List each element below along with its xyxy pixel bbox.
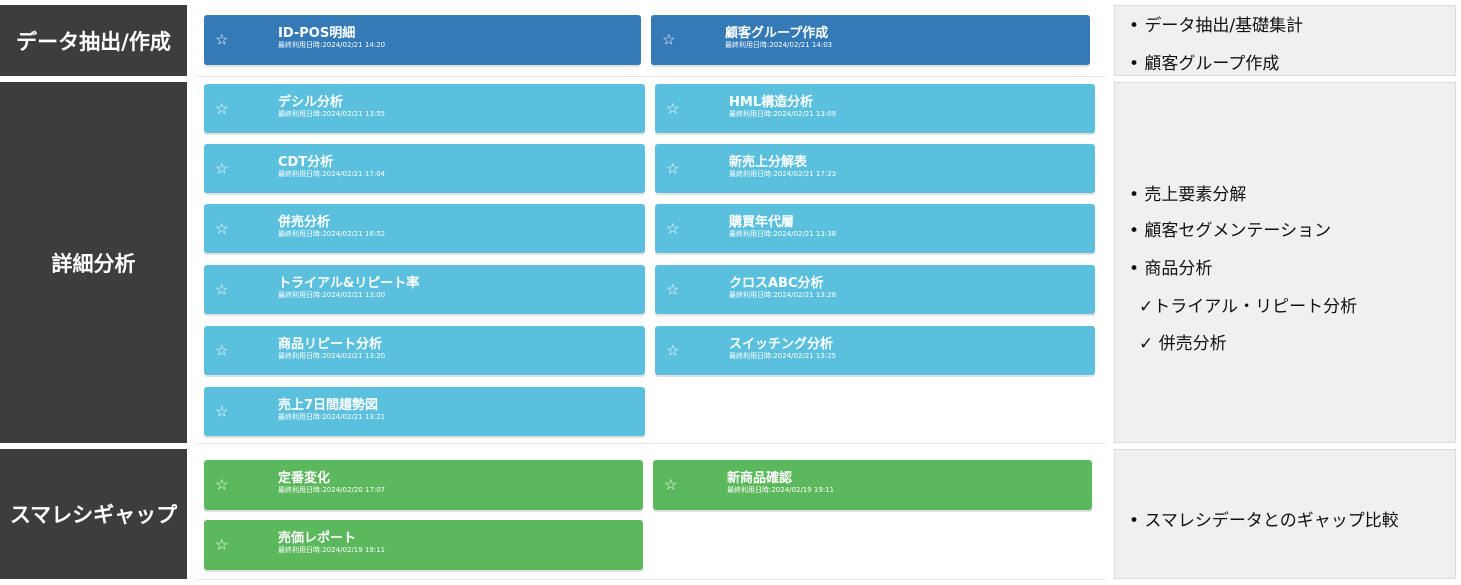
card-age-group[interactable]: ☆ 購買年代層 最終利用日時:2024/02/21 13:38: [655, 204, 1095, 253]
card-last-used: 最終利用日時:2024/02/21 13:25: [729, 352, 837, 360]
note-line: • 商品分析: [1129, 259, 1213, 279]
notes-gap: • スマレシデータとのギャップ比較: [1114, 449, 1456, 579]
section-label-extract-text: データ抽出/作成: [16, 29, 171, 54]
note-line: • 顧客グループ作成: [1129, 54, 1280, 74]
card-last-used: 最終利用日時:2024/02/21 17:04: [278, 170, 386, 178]
favorite-star-icon[interactable]: ☆: [215, 32, 228, 48]
card-decile[interactable]: ☆ デシル分析 最終利用日時:2024/02/21 13:55: [204, 84, 645, 133]
card-title: 購買年代層: [729, 215, 795, 230]
favorite-star-icon[interactable]: ☆: [215, 537, 228, 553]
card-title: トライアル&リピート率: [278, 276, 420, 291]
card-last-used: 最終利用日時:2024/02/20 17:07: [278, 486, 386, 494]
favorite-star-icon[interactable]: ☆: [662, 32, 675, 48]
card-hml[interactable]: ☆ HML構造分析 最終利用日時:2024/02/21 13:09: [655, 84, 1095, 133]
card-last-used: 最終利用日時:2024/02/21 13:28: [729, 291, 837, 299]
favorite-star-icon[interactable]: ☆: [666, 101, 679, 116]
card-title: HML構造分析: [729, 95, 814, 110]
card-sales-breakdown[interactable]: ☆ 新売上分解表 最終利用日時:2024/02/21 17:23: [655, 144, 1095, 193]
card-last-used: 最終利用日時:2024/02/21 13:09: [729, 110, 837, 118]
card-title: CDT分析: [278, 155, 334, 170]
favorite-star-icon[interactable]: ☆: [215, 221, 228, 236]
card-trial-repeat[interactable]: ☆ トライアル&リピート率 最終利用日時:2024/02/21 13:00: [204, 265, 645, 314]
panel-extract: ☆ ID-POS明細 最終利用日時:2024/02/21 14:20 ☆ 顧客グ…: [196, 5, 1105, 77]
panel-detail: ☆ デシル分析 最終利用日時:2024/02/21 13:55 ☆ HML構造分…: [196, 82, 1105, 444]
card-title: ID-POS明細: [278, 26, 356, 41]
card-title: 売上7日間趨勢図: [278, 398, 379, 413]
card-title: 新商品確認: [727, 471, 793, 486]
favorite-star-icon[interactable]: ☆: [664, 477, 677, 493]
card-title: 商品リピート分析: [278, 337, 383, 352]
note-line: • データ抽出/基礎集計: [1129, 16, 1304, 36]
card-7day-trend[interactable]: ☆ 売上7日間趨勢図 最終利用日時:2024/02/21 13:21: [204, 387, 645, 436]
favorite-star-icon[interactable]: ☆: [215, 101, 228, 116]
card-title: 併売分析: [278, 215, 331, 230]
card-cross-sell[interactable]: ☆ 併売分析 最終利用日時:2024/02/21 16:52: [204, 204, 645, 253]
card-price-report[interactable]: ☆ 売価レポート 最終利用日時:2024/02/19 19:11: [204, 520, 643, 570]
card-last-used: 最終利用日時:2024/02/21 16:52: [278, 230, 386, 238]
favorite-star-icon[interactable]: ☆: [215, 161, 228, 176]
favorite-star-icon[interactable]: ☆: [666, 221, 679, 236]
card-switching[interactable]: ☆ スイッチング分析 最終利用日時:2024/02/21 13:25: [655, 326, 1095, 375]
card-product-repeat[interactable]: ☆ 商品リピート分析 最終利用日時:2024/02/21 13:20: [204, 326, 645, 375]
favorite-star-icon[interactable]: ☆: [666, 343, 679, 358]
section-label-gap: スマレシギャップ: [0, 449, 187, 579]
card-title: 定番変化: [278, 471, 331, 486]
note-line: ✓ 併売分析: [1139, 334, 1227, 354]
card-last-used: 最終利用日時:2024/02/19 19:11: [278, 546, 386, 554]
card-last-used: 最終利用日時:2024/02/19 19:11: [727, 486, 835, 494]
favorite-star-icon[interactable]: ☆: [666, 161, 679, 176]
favorite-star-icon[interactable]: ☆: [666, 282, 679, 297]
card-title: スイッチング分析: [729, 337, 834, 352]
favorite-star-icon[interactable]: ☆: [215, 343, 228, 358]
card-cross-abc[interactable]: ☆ クロスABC分析 最終利用日時:2024/02/21 13:28: [655, 265, 1095, 314]
card-new-product[interactable]: ☆ 新商品確認 最終利用日時:2024/02/19 19:11: [653, 460, 1092, 510]
section-label-gap-text: スマレシギャップ: [9, 503, 178, 527]
card-last-used: 最終利用日時:2024/02/21 13:00: [278, 291, 386, 299]
notes-detail: • 売上要素分解 • 顧客セグメンテーション • 商品分析 ✓トライアル・リピー…: [1114, 82, 1456, 443]
card-customer-group[interactable]: ☆ 顧客グループ作成 最終利用日時:2024/02/21 14:03: [651, 15, 1090, 65]
card-last-used: 最終利用日時:2024/02/21 17:23: [729, 170, 837, 178]
section-label-detail: 詳細分析: [0, 82, 187, 443]
note-line: • 顧客セグメンテーション: [1129, 221, 1332, 241]
card-standard-change[interactable]: ☆ 定番変化 最終利用日時:2024/02/20 17:07: [204, 460, 643, 510]
note-line: ✓トライアル・リピート分析: [1139, 297, 1358, 317]
card-id-pos[interactable]: ☆ ID-POS明細 最終利用日時:2024/02/21 14:20: [204, 15, 641, 65]
card-last-used: 最終利用日時:2024/02/21 14:20: [278, 41, 386, 49]
card-last-used: 最終利用日時:2024/02/21 13:21: [278, 413, 386, 421]
card-title: 新売上分解表: [729, 155, 808, 170]
card-last-used: 最終利用日時:2024/02/21 13:38: [729, 230, 837, 238]
card-last-used: 最終利用日時:2024/02/21 13:20: [278, 352, 386, 360]
note-line: • スマレシデータとのギャップ比較: [1129, 511, 1399, 531]
card-title: クロスABC分析: [729, 276, 824, 291]
note-line: • 売上要素分解: [1129, 185, 1247, 205]
card-title: 売価レポート: [278, 531, 357, 546]
notes-extract: • データ抽出/基礎集計 • 顧客グループ作成: [1114, 5, 1456, 76]
section-label-detail-text: 詳細分析: [51, 251, 136, 276]
card-title: デシル分析: [278, 95, 344, 110]
card-last-used: 最終利用日時:2024/02/21 13:55: [278, 110, 386, 118]
favorite-star-icon[interactable]: ☆: [215, 282, 228, 297]
card-cdt[interactable]: ☆ CDT分析 最終利用日時:2024/02/21 17:04: [204, 144, 645, 193]
favorite-star-icon[interactable]: ☆: [215, 477, 228, 493]
card-title: 顧客グループ作成: [725, 26, 829, 41]
section-label-extract: データ抽出/作成: [0, 5, 187, 76]
favorite-star-icon[interactable]: ☆: [215, 404, 228, 419]
panel-gap: ☆ 定番変化 最終利用日時:2024/02/20 17:07 ☆ 新商品確認 最…: [196, 449, 1105, 580]
card-last-used: 最終利用日時:2024/02/21 14:03: [725, 41, 833, 49]
